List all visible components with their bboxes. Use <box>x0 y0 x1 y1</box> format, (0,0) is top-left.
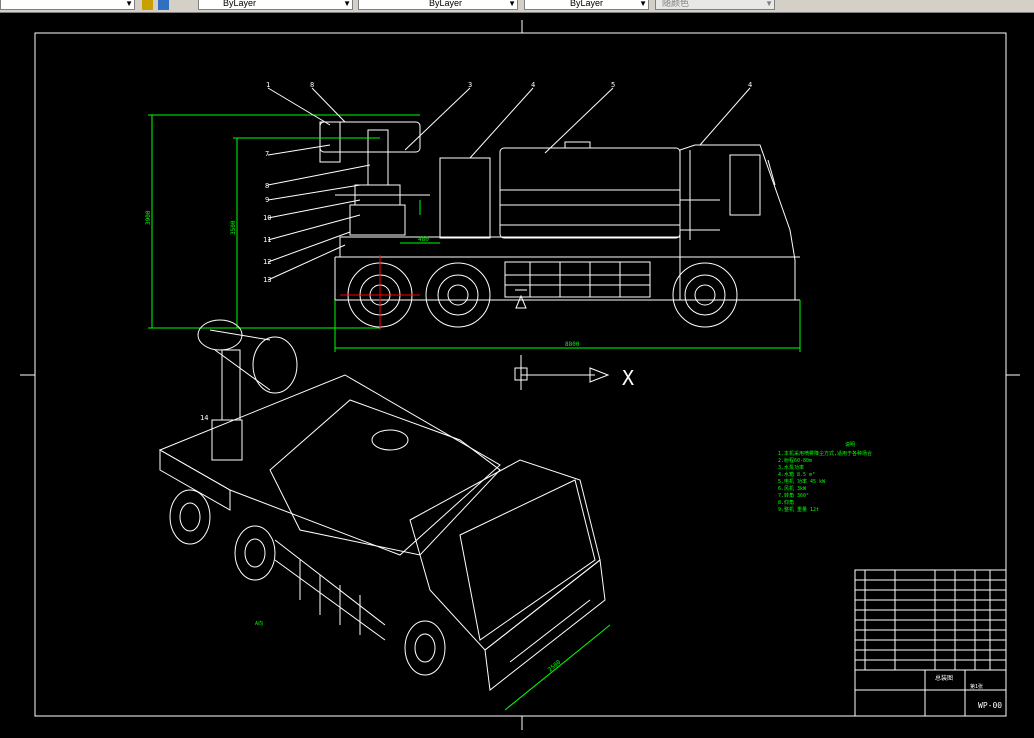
note-line: 8.仰角 <box>778 499 794 506</box>
note-line: 7.转角 360° <box>778 492 809 499</box>
color-dropdown[interactable]: ▼ <box>0 0 135 10</box>
part-label: 1 <box>266 81 270 89</box>
part-label: 8 <box>265 182 269 190</box>
note-line: 5.电机 功率 45 kW <box>778 478 826 485</box>
dim-overall-length: 8800 <box>565 341 580 348</box>
part-label: 8 <box>310 81 314 89</box>
note-line: 2.射程60-80m <box>778 457 812 464</box>
dimension-lines <box>148 114 801 711</box>
iso-view-label: A向 <box>255 620 263 627</box>
axis-label: X <box>622 366 634 390</box>
layer-previous-icon[interactable] <box>158 0 169 10</box>
part-label: 13 <box>263 276 271 284</box>
part-label: 14 <box>200 414 208 422</box>
part-label: 5 <box>611 81 615 89</box>
part-label: 9 <box>265 196 269 204</box>
dim-iso: 2500 <box>547 659 563 674</box>
note-line: 3.水泵功率 <box>778 464 804 471</box>
part-numbers: 1 8 3 4 5 4 7 8 9 10 11 12 13 14 <box>200 81 752 422</box>
note-line: 1.本机采用喷雾降尘方式,适用于各种场合 <box>778 450 872 457</box>
title-name: 总装图 <box>935 674 953 682</box>
part-label: 10 <box>263 214 271 222</box>
note-line: 4.水箱 8.5 m³ <box>778 471 815 478</box>
drawing-number: WP-00 <box>978 701 1002 710</box>
drawing-canvas[interactable]: 1 8 3 4 5 4 7 8 9 10 11 12 13 14 8800 39… <box>0 12 1034 738</box>
lineweight-select[interactable]: ByLayer ▼ <box>524 0 649 10</box>
chevron-down-icon: ▼ <box>343 0 351 8</box>
dimension-texts: 8800 3900 3500 480 2500 <box>145 210 580 673</box>
technical-notes: 说明 1.本机采用喷雾降尘方式,适用于各种场合 2.射程60-80m 3.水泵功… <box>778 441 872 513</box>
center-marks <box>340 255 420 330</box>
plot-style-dropdown[interactable]: 随颜色 ▼ <box>655 0 775 10</box>
dim-small: 480 <box>418 236 429 243</box>
side-view-truck <box>319 121 800 328</box>
part-label: 4 <box>748 81 752 89</box>
title-sheet: 第1张 <box>970 683 983 690</box>
dim-height-outer: 3900 <box>145 210 152 225</box>
ucs-icon <box>514 355 610 390</box>
dim-height-inner: 3500 <box>230 220 237 235</box>
part-label: 4 <box>531 81 535 89</box>
chevron-down-icon: ▼ <box>639 0 647 8</box>
layer-states-icon[interactable] <box>142 0 153 10</box>
chevron-down-icon: ▼ <box>765 0 773 8</box>
chevron-down-icon: ▼ <box>125 0 133 8</box>
note-line: 6.风机 3kW <box>778 485 807 492</box>
part-label: 11 <box>263 236 271 244</box>
part-label: 3 <box>468 81 472 89</box>
linetype-dropdown[interactable]: ByLayer ▼ <box>198 0 353 10</box>
part-label: 12 <box>263 258 271 266</box>
chevron-down-icon: ▼ <box>508 0 516 8</box>
note-line: 9.整机 重量 12t <box>778 506 819 513</box>
part-label: 7 <box>265 150 269 158</box>
notes-title: 说明 <box>845 441 855 448</box>
title-block <box>854 569 1007 717</box>
lineweight-dropdown[interactable]: ByLayer ▼ <box>358 0 518 10</box>
